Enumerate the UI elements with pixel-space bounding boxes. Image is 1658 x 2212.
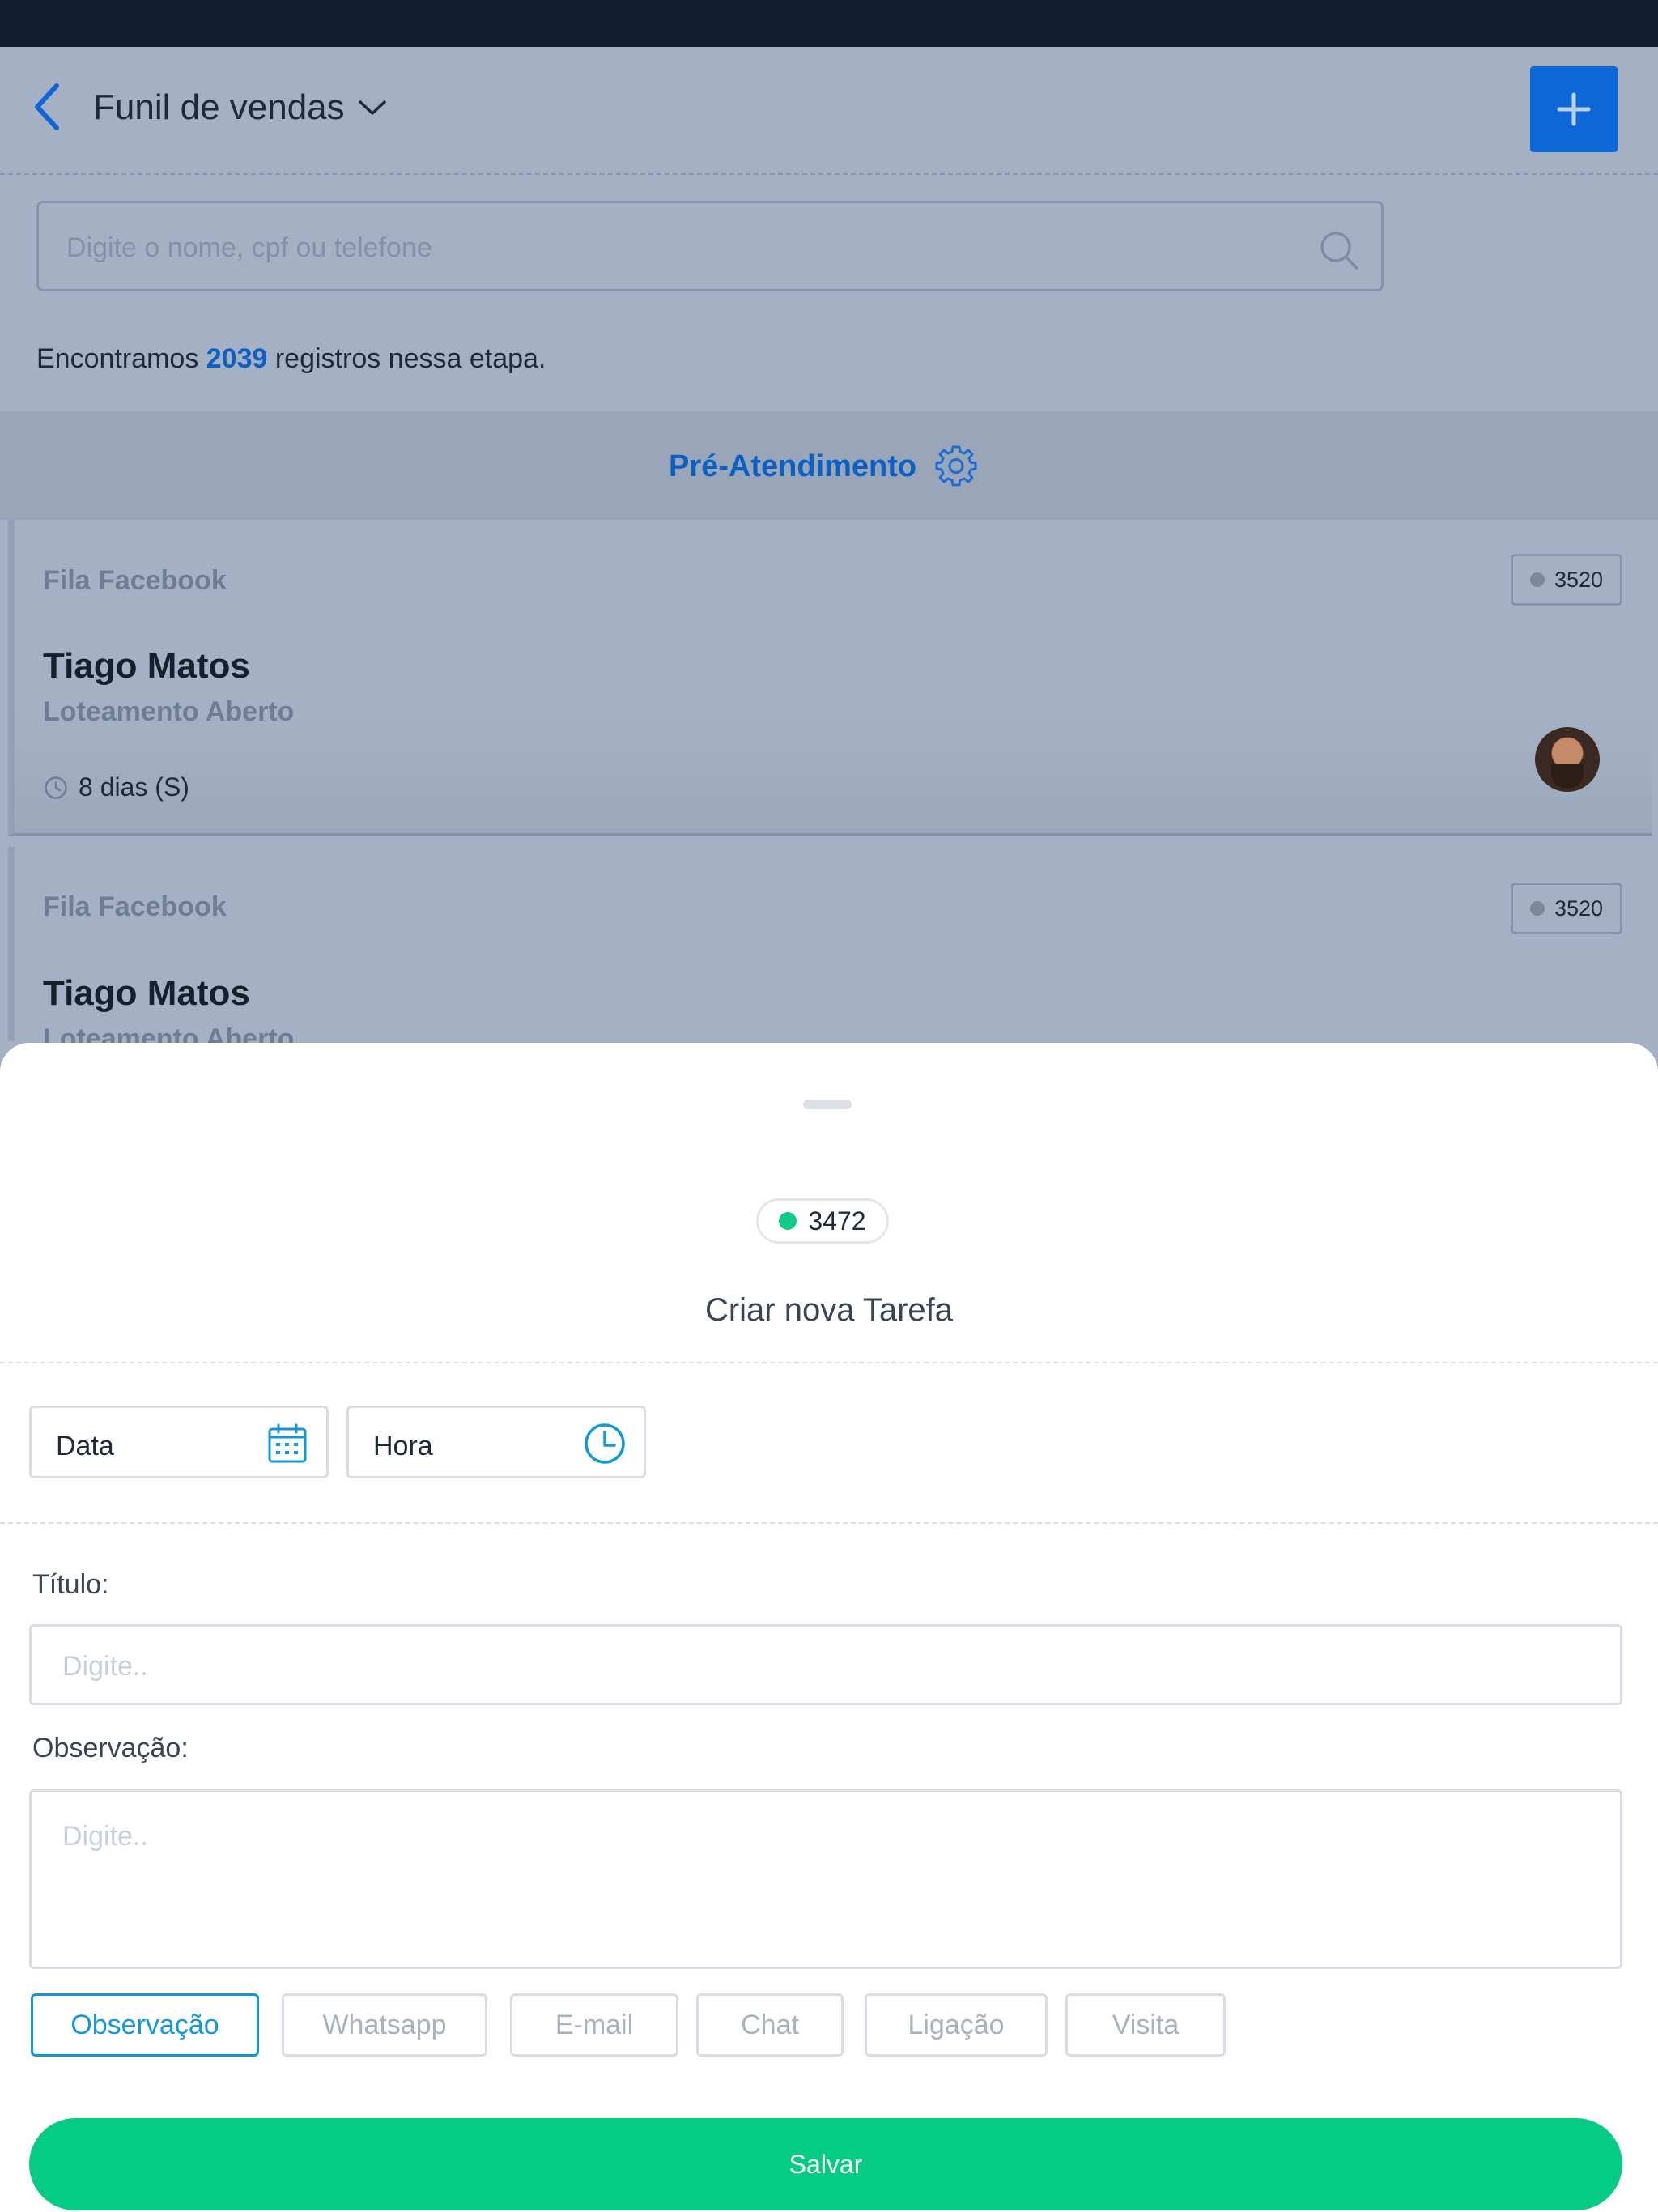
badge-count: 3520	[1554, 567, 1604, 592]
type-chip-ligacao[interactable]: Ligação	[865, 1993, 1048, 2057]
chevron-down-icon[interactable]	[356, 96, 389, 120]
title-placeholder: Digite..	[62, 1651, 148, 1682]
status-badge: 3520	[1511, 883, 1622, 934]
new-task-sheet: 3472 Criar nova Tarefa Data Hora Título:	[0, 1043, 1658, 2212]
status-dot	[779, 1212, 797, 1230]
lead-subtitle: Loteamento Aberto	[43, 696, 295, 727]
page-title[interactable]: Funil de vendas	[93, 87, 345, 128]
status-dot	[1529, 901, 1545, 916]
lead-id-badge: 3472	[756, 1198, 889, 1244]
search-icon[interactable]	[1316, 228, 1362, 273]
card-queue: Fila Facebook	[43, 891, 227, 922]
lead-id: 3472	[808, 1206, 866, 1236]
badge-count: 3520	[1554, 895, 1604, 921]
date-picker[interactable]: Data	[29, 1406, 329, 1478]
type-chip-observacao[interactable]: Observação	[31, 1993, 259, 2057]
type-chip-email[interactable]: E-mail	[510, 1993, 678, 2057]
results-count-text: Encontramos 2039 registros nessa etapa.	[36, 343, 546, 375]
card-queue: Fila Facebook	[43, 565, 227, 596]
lead-name: Tiago Matos	[43, 973, 250, 1013]
clock-icon	[585, 1423, 625, 1464]
status-bar	[0, 0, 1658, 47]
results-suffix: registros nessa etapa.	[267, 343, 546, 374]
lead-card[interactable]: Fila Facebook 3520 Tiago Matos Loteament…	[8, 847, 1652, 1054]
type-chip-visita[interactable]: Visita	[1065, 1993, 1226, 2057]
sheet-title: Criar nova Tarefa	[704, 1292, 954, 1328]
observation-placeholder: Digite..	[62, 1821, 148, 1852]
search-input[interactable]: Digite o nome, cpf ou telefone	[36, 201, 1384, 291]
lead-card[interactable]: Fila Facebook 3520 Tiago Matos Loteament…	[8, 520, 1652, 836]
lead-name: Tiago Matos	[43, 646, 250, 686]
results-prefix: Encontramos	[36, 343, 206, 374]
observation-field-label: Observação:	[32, 1733, 189, 1763]
status-badge: 3520	[1511, 554, 1622, 606]
divider	[0, 1522, 1658, 1524]
type-chip-chat[interactable]: Chat	[696, 1993, 844, 2057]
date-label: Data	[56, 1431, 114, 1461]
gear-icon[interactable]	[934, 444, 978, 487]
back-arrow-icon[interactable]	[29, 81, 65, 133]
plus-icon	[1557, 92, 1591, 126]
clock-icon	[45, 776, 67, 799]
time-label: Hora	[373, 1431, 433, 1461]
lead-time-text: 8 dias (S)	[79, 772, 189, 802]
avatar	[1535, 727, 1600, 792]
type-chip-whatsapp[interactable]: Whatsapp	[282, 1993, 487, 2057]
add-button[interactable]	[1530, 66, 1618, 152]
title-field-label: Título:	[32, 1569, 109, 1600]
time-picker[interactable]: Hora	[346, 1406, 646, 1478]
search-placeholder: Digite o nome, cpf ou telefone	[66, 232, 432, 263]
title-input[interactable]: Digite..	[29, 1624, 1622, 1705]
status-dot	[1529, 572, 1545, 587]
observation-textarea[interactable]: Digite..	[29, 1789, 1622, 1969]
sheet-drag-handle[interactable]	[803, 1100, 852, 1109]
divider	[0, 1362, 1658, 1363]
stage-title: Pré-Atendimento	[669, 449, 917, 483]
results-count: 2039	[206, 343, 268, 374]
save-button[interactable]: Salvar	[29, 2118, 1622, 2210]
lead-time: 8 dias (S)	[43, 772, 189, 802]
calendar-icon	[268, 1423, 307, 1463]
